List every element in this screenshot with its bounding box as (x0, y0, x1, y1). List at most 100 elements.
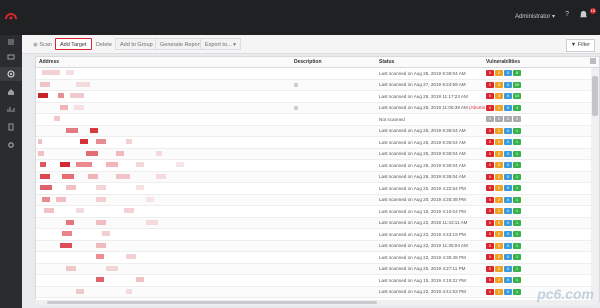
address-cell[interactable] (36, 70, 286, 76)
table-row[interactable]: Last scanned on Aug 26, 2019 9:36:04 AM 0… (36, 68, 591, 80)
redacted-address-block (96, 219, 106, 225)
address-cell[interactable] (36, 254, 286, 260)
critical-count-badge: 0 (486, 116, 494, 122)
address-cell[interactable] (36, 265, 286, 272)
vertical-scrollbar[interactable] (591, 68, 599, 301)
status-text: Last scanned on Aug 22, 2019 4:30:48 PM (379, 254, 466, 260)
address-cell[interactable] (36, 196, 286, 203)
low-count-badge: 4 (513, 104, 521, 111)
table-row[interactable]: Last scanned on Aug 26, 2019 11:17:23 AM… (36, 91, 591, 103)
table-row[interactable]: Last scanned on Aug 26, 2019 11:06:39 AM… (36, 102, 591, 114)
redacted-address-block (70, 93, 84, 98)
table-row[interactable]: Last scanned on Aug 26, 2019 9:36:04 AM 0… (36, 137, 591, 149)
address-cell[interactable] (36, 231, 286, 237)
add-target-button[interactable]: Add Target (55, 38, 92, 50)
vulnerability-counts: 0201 (486, 150, 521, 157)
generate-report-button[interactable]: Generate Report (155, 38, 206, 50)
scan-button[interactable]: ◉ Scan (28, 38, 57, 50)
table-row[interactable]: Last scanned on Aug 26, 2019 9:36:04 AM 0… (36, 171, 591, 183)
sidebar-item-dashboard[interactable] (0, 50, 22, 64)
address-cell[interactable] (36, 208, 286, 214)
address-cell[interactable] (36, 162, 286, 168)
address-cell[interactable] (36, 81, 286, 88)
table-row[interactable]: Last scanned on Aug 22, 2019 4:41:53 PM 0… (36, 286, 591, 298)
redacted-address-block (136, 162, 144, 167)
app-logo-icon[interactable] (5, 10, 17, 20)
address-cell[interactable] (36, 242, 286, 249)
critical-count-badge: 0 (486, 70, 494, 76)
chart-icon (7, 107, 15, 112)
status-text: Not scanned (379, 116, 405, 122)
status-text: Last scanned on Aug 22, 2019 4:43:19 PM (379, 231, 466, 237)
address-cell[interactable] (36, 288, 286, 295)
horizontal-scrollbar[interactable] (35, 300, 598, 305)
table-row[interactable]: Last scanned on Aug 20, 2019 4:22:54 PM 0… (36, 183, 591, 195)
address-cell[interactable] (36, 173, 286, 180)
table-row[interactable]: Last scanned on Aug 22, 2019 11:43:11 AM… (36, 217, 591, 229)
status-cell: Last scanned on Aug 26, 2019 9:36:04 AM (379, 128, 466, 133)
table-row[interactable]: Last scanned on Aug 22, 2019 4:30:48 PM 0… (36, 252, 591, 264)
status-warning: (Abortin (469, 105, 486, 110)
table-row[interactable]: Last scanned on Aug 26, 2019 9:36:04 AM 0… (36, 148, 591, 160)
redacted-address-block (38, 139, 42, 144)
sidebar-item-scans[interactable] (0, 102, 22, 116)
redacted-address-block (76, 162, 92, 167)
table-row[interactable]: Last scanned on Aug 15, 2019 4:15:04 PM 0… (36, 206, 591, 218)
sidebar-item-targets[interactable] (0, 67, 22, 81)
hscrollbar-thumb[interactable] (47, 301, 377, 304)
vulnerability-counts: 0201 (486, 127, 521, 134)
help-icon[interactable]: ? (565, 11, 569, 18)
redacted-address-block (106, 162, 118, 167)
status-cell: Last scanned on Aug 22, 2019 4:30:48 PM (379, 255, 466, 260)
address-cell[interactable] (36, 139, 286, 145)
table-row[interactable]: Last scanned on Aug 22, 2019 4:43:19 PM 0… (36, 229, 591, 241)
address-cell[interactable] (36, 104, 286, 111)
bell-icon[interactable] (579, 10, 588, 19)
target-icon (7, 70, 15, 78)
scrollbar-thumb[interactable] (592, 76, 598, 116)
add-to-group-button[interactable]: Add to Group (115, 38, 158, 50)
table-row[interactable]: Last scanned on Aug 26, 2019 9:36:04 AM 0… (36, 125, 591, 137)
redacted-address-block (136, 185, 144, 190)
sidebar-item-home[interactable] (0, 85, 22, 99)
column-menu-icon[interactable] (590, 58, 596, 64)
redacted-address-block (96, 277, 104, 282)
table-row[interactable]: Last scanned on Aug 22, 2019 11:35:04 AM… (36, 240, 591, 252)
critical-count-badge: 0 (486, 173, 494, 180)
address-cell[interactable] (36, 185, 286, 191)
delete-button[interactable]: Delete (91, 38, 117, 50)
high-count-badge: 2 (495, 277, 503, 283)
critical-count-badge: 0 (486, 231, 494, 237)
table-row[interactable]: Last scanned on Aug 27, 2019 9:24:59 AM 0… (36, 79, 591, 91)
column-header-status[interactable]: Status (379, 59, 394, 65)
filter-button[interactable]: ▼ Filter (565, 39, 595, 52)
sidebar-item-settings[interactable] (0, 138, 22, 152)
status-text: Last scanned on Aug 15, 2019 4:15:22 PM (379, 277, 466, 283)
medium-count-badge: 0 (504, 139, 512, 145)
sidebar-item-reports[interactable] (0, 120, 22, 134)
export-button[interactable]: Export to... ▾ (200, 38, 241, 50)
vulnerability-counts: 0201 (486, 185, 521, 191)
table-row[interactable]: Last scanned on Aug 20, 2019 4:27:11 PM 0… (36, 263, 591, 275)
table-row[interactable]: Not scanned 0 0 0 0 (36, 114, 591, 126)
column-header-vulnerabilities[interactable]: Vulnerabilities (486, 59, 520, 65)
user-menu[interactable]: Administrator ▾ (515, 13, 555, 20)
address-cell[interactable] (36, 127, 286, 134)
column-header-description[interactable]: Description (294, 59, 322, 65)
address-cell[interactable] (36, 277, 286, 283)
high-count-badge: 0 (495, 116, 503, 122)
medium-count-badge: 0 (504, 231, 512, 237)
redacted-address-block (124, 208, 134, 213)
redacted-address-block (76, 288, 84, 294)
table-row[interactable]: Last scanned on Aug 20, 2019 4:25:48 PM 0… (36, 194, 591, 206)
redacted-address-block (44, 208, 54, 213)
address-cell[interactable] (36, 150, 286, 157)
sidebar-toggle[interactable] (0, 35, 22, 49)
redacted-address-block (66, 127, 78, 133)
address-cell[interactable] (36, 219, 286, 226)
address-cell[interactable] (36, 116, 286, 122)
address-cell[interactable] (36, 93, 286, 99)
table-row[interactable]: Last scanned on Aug 15, 2019 4:15:22 PM 0… (36, 275, 591, 287)
column-header-address[interactable]: Address (39, 59, 59, 65)
table-row[interactable]: Last scanned on Aug 26, 2019 9:36:04 AM 0… (36, 160, 591, 172)
